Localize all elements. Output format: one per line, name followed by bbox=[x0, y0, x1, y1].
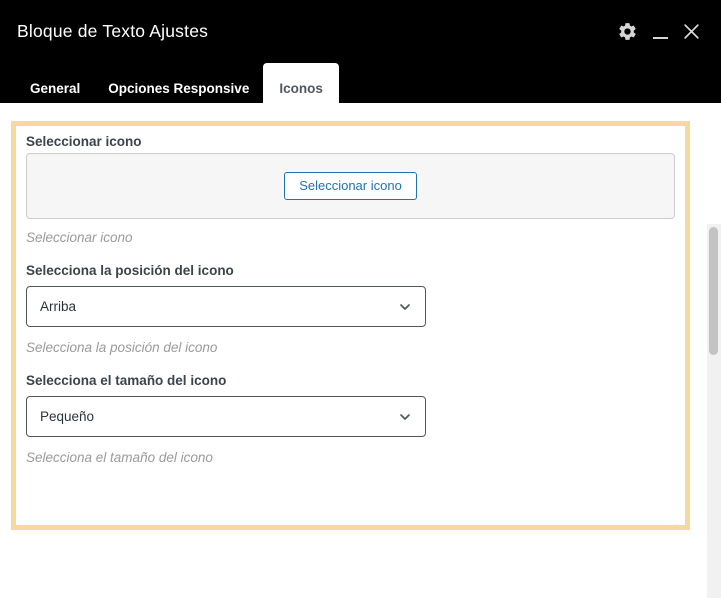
modal-titlebar: Bloque de Texto Ajustes General Opciones… bbox=[0, 0, 721, 103]
icon-size-helper: Selecciona el tamaño del icono bbox=[26, 450, 213, 465]
icon-size-select[interactable]: Pequeño bbox=[26, 396, 426, 437]
window-controls bbox=[617, 19, 700, 43]
scrollbar-thumb[interactable] bbox=[709, 227, 718, 355]
icon-size-value: Pequeño bbox=[40, 409, 95, 424]
settings-panel: Seleccionar icono Seleccionar icono Sele… bbox=[11, 121, 690, 530]
chevron-down-icon bbox=[398, 410, 412, 424]
tab-bar: General Opciones Responsive Iconos bbox=[0, 63, 721, 103]
minimize-icon[interactable] bbox=[653, 19, 668, 43]
select-icon-button[interactable]: Seleccionar icono bbox=[284, 172, 417, 200]
icon-position-helper: Selecciona la posición del icono bbox=[26, 340, 218, 355]
icon-picker-box: Seleccionar icono bbox=[26, 153, 675, 219]
gear-icon[interactable] bbox=[617, 19, 638, 43]
icon-size-label: Selecciona el tamaño del icono bbox=[26, 373, 227, 388]
page-title: Bloque de Texto Ajustes bbox=[17, 20, 209, 41]
close-icon[interactable] bbox=[683, 19, 700, 43]
vertical-scrollbar[interactable] bbox=[707, 224, 721, 598]
icon-position-value: Arriba bbox=[40, 299, 77, 314]
tab-panel-iconos: Seleccionar icono Seleccionar icono Sele… bbox=[0, 121, 721, 598]
icon-picker-helper: Seleccionar icono bbox=[26, 230, 133, 245]
chevron-down-icon bbox=[398, 300, 412, 314]
icon-picker-label: Seleccionar icono bbox=[26, 134, 142, 149]
tab-general[interactable]: General bbox=[16, 63, 94, 103]
icon-position-select[interactable]: Arriba bbox=[26, 286, 426, 327]
tab-opciones-responsive[interactable]: Opciones Responsive bbox=[94, 63, 263, 103]
icon-position-label: Selecciona la posición del icono bbox=[26, 263, 234, 278]
tab-iconos[interactable]: Iconos bbox=[263, 63, 339, 103]
